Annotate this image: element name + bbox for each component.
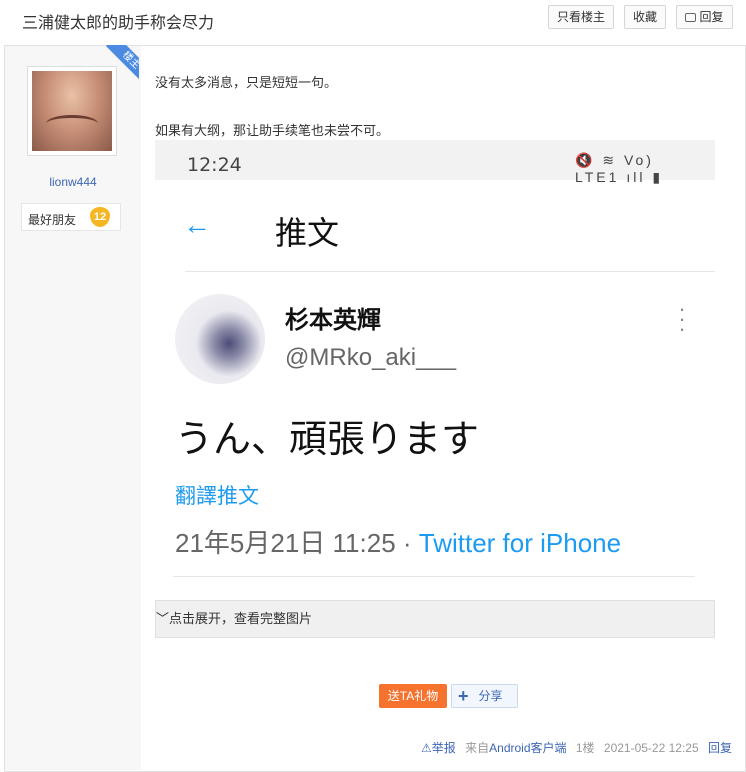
thread-header: 三浦健太郎的助手称会尽力 只看楼主 收藏 回复 bbox=[0, 0, 746, 38]
expand-label: 点击展开，查看完整图片 bbox=[169, 611, 313, 626]
from-label: 来自 bbox=[465, 741, 490, 755]
post-footer: ⚠举报 来自Android客户端 1楼 2021-05-22 12:25 回复 bbox=[421, 739, 732, 756]
post-content: 没有太多消息，只是短短一句。 如果有大纲，那让助手续笔也未尝不可。 12:24 … bbox=[155, 46, 745, 770]
level-name: 最好朋友 bbox=[28, 213, 77, 227]
tweet-page-title: 推文 bbox=[275, 215, 340, 251]
divider bbox=[173, 576, 695, 577]
report-link[interactable]: 举报 bbox=[432, 741, 456, 755]
warning-icon: ⚠ bbox=[421, 741, 432, 755]
comment-icon bbox=[685, 13, 697, 22]
floor-number: 1楼 bbox=[575, 741, 595, 755]
op-badge-label: 楼主 bbox=[105, 45, 139, 85]
embedded-screenshot[interactable]: 12:24 🔇 ≋ Vo) LTE1 ıll ▮ ← 推文 杉本英輝 @MRko… bbox=[155, 140, 715, 638]
client-link[interactable]: Android客户端 bbox=[489, 741, 566, 755]
tweet-source: Twitter for iPhone bbox=[418, 528, 622, 558]
tweet-display-name: 杉本英輝 bbox=[285, 307, 381, 334]
tweet-avatar bbox=[175, 294, 265, 384]
author-sidebar: 楼主 lionw444 最好朋友 12 bbox=[5, 45, 141, 770]
only-op-button[interactable]: 只看楼主 bbox=[548, 5, 614, 29]
tweet-handle: @MRko_aki___ bbox=[285, 344, 457, 371]
level-number: 12 bbox=[90, 207, 110, 227]
reply-button-label: 回复 bbox=[699, 10, 724, 24]
chevron-down-icon: ﹀ bbox=[156, 611, 170, 626]
tweet-time: 21年5月21日 11:25 · bbox=[175, 528, 419, 558]
post-datetime: 2021-05-22 12:25 bbox=[603, 741, 699, 755]
expand-image-button[interactable]: ﹀点击展开，查看完整图片 bbox=[155, 600, 715, 638]
status-icons: 🔇 ≋ Vo) LTE1 ıll ▮ bbox=[575, 152, 664, 185]
phone-status-bar: 12:24 🔇 ≋ Vo) LTE1 ıll ▮ bbox=[155, 140, 715, 185]
author-username[interactable]: lionw444 bbox=[5, 175, 141, 189]
level-badge[interactable]: 最好朋友 12 bbox=[21, 203, 121, 231]
post: 楼主 lionw444 最好朋友 12 没有太多消息，只是短短一句。 如果有大纲… bbox=[4, 45, 746, 772]
plus-icon: + bbox=[458, 686, 469, 706]
more-vertical-icon: · · · bbox=[678, 296, 686, 341]
tweet-text: うん、頑張ります bbox=[175, 419, 480, 461]
share-button[interactable]: + 分享 bbox=[451, 684, 518, 708]
status-time: 12:24 bbox=[187, 154, 242, 176]
post-paragraph: 如果有大纲，那让助手续笔也未尝不可。 bbox=[155, 123, 390, 138]
op-badge: 楼主 bbox=[99, 45, 139, 85]
reply-button[interactable]: 回复 bbox=[676, 5, 733, 29]
post-paragraph: 没有太多消息，只是短短一句。 bbox=[155, 75, 338, 90]
tweet-translate: 翻譯推文 bbox=[175, 485, 259, 508]
arrow-left-icon: ← bbox=[183, 209, 211, 240]
thread-title: 三浦健太郎的助手称会尽力 bbox=[22, 15, 215, 32]
share-label: 分享 bbox=[478, 689, 503, 703]
divider bbox=[185, 271, 715, 272]
gift-button[interactable]: 送TA礼物 bbox=[379, 684, 447, 708]
tweet-meta: 21年5月21日 11:25 · Twitter for iPhone bbox=[175, 523, 621, 560]
reply-link[interactable]: 回复 bbox=[708, 741, 732, 755]
favorite-button[interactable]: 收藏 bbox=[624, 5, 666, 29]
